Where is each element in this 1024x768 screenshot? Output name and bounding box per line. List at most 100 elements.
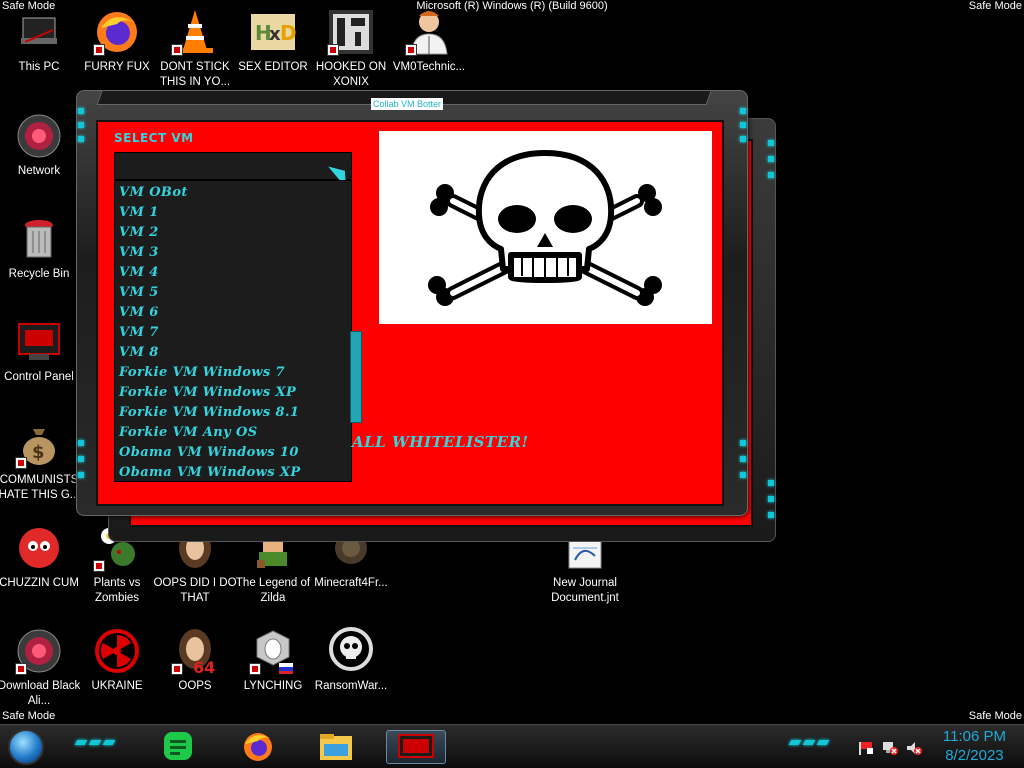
frame-led — [740, 136, 746, 142]
portrait-64-icon: 64 — [171, 627, 219, 677]
control-panel-icon — [15, 318, 63, 366]
safe-mode-label-bottom-left: Safe Mode — [2, 710, 56, 722]
vm-option[interactable]: VM 8 — [115, 343, 351, 363]
frame-led — [740, 456, 746, 462]
noose-icon — [249, 627, 297, 675]
traffic-cone-icon — [171, 8, 219, 56]
desktop-icon-label: FURRY FUX — [84, 61, 150, 73]
desktop-icon-label: Recycle Bin — [8, 268, 70, 280]
frame-led — [78, 440, 84, 446]
desktop-icon-label: Network — [17, 165, 61, 177]
frame-led — [768, 512, 774, 518]
download-icon — [15, 627, 63, 675]
vm-option[interactable]: Obama VM Windows 10 — [115, 443, 351, 463]
svg-text:D: D — [280, 21, 297, 45]
desktop-icon-hooked-on-xonix[interactable]: HOOKED ON XONIX — [309, 8, 393, 90]
teal-action-button[interactable] — [350, 331, 362, 423]
window-title: Collab VM Botter — [371, 98, 444, 110]
vm-option[interactable]: VM 3 — [115, 243, 351, 263]
vm-option[interactable]: Forkie VM Windows 7 — [115, 363, 351, 383]
taskbar-firefox[interactable] — [238, 730, 278, 764]
doctor-icon — [405, 8, 453, 56]
hex-editor-icon: HxD — [249, 8, 297, 56]
desktop-icon-sex-editor[interactable]: HxD SEX EDITOR — [231, 8, 315, 75]
firefox-icon — [244, 733, 272, 761]
clock-date: 8/2/2023 — [945, 747, 1004, 764]
xonix-game-icon — [327, 8, 375, 56]
desktop-icon-network[interactable]: Network — [0, 112, 81, 179]
svg-text:$: $ — [32, 442, 45, 463]
taskbar-active-window[interactable] — [386, 730, 446, 764]
desktop-icon-label: OOPS DID I DO THAT — [153, 577, 237, 604]
frame-led — [768, 156, 774, 162]
desktop-icon-label: HOOKED ON XONIX — [315, 61, 387, 88]
desktop-icon-label: Control Panel — [4, 371, 74, 383]
frame-led — [78, 122, 84, 128]
desktop-icon-chuzzin[interactable]: CHUZZIN CUM — [0, 524, 81, 591]
frame-led — [740, 472, 746, 478]
network-icon — [15, 112, 63, 160]
money-bag-icon: $ — [15, 421, 63, 469]
flag-icon[interactable] — [858, 740, 874, 755]
vm-option[interactable]: VM 2 — [115, 223, 351, 243]
notes-app-icon — [164, 732, 192, 760]
frame-led — [768, 480, 774, 486]
desktop-icon-label: COMMUNISTS HATE THIS G... — [0, 474, 80, 501]
desktop-icon-label: New Journal Document.jnt — [551, 577, 619, 604]
desktop-icon-label: Minecraft4Fr... — [314, 577, 388, 589]
network-error-icon[interactable] — [882, 740, 898, 755]
file-explorer-icon — [320, 734, 352, 760]
vm-option[interactable]: VM 4 — [115, 263, 351, 283]
desktop-icon-vm0technic[interactable]: VM0Technic... — [387, 8, 471, 75]
vm-option[interactable]: VM 6 — [115, 303, 351, 323]
desktop-icon-ukraine[interactable]: UKRAINE — [75, 627, 159, 694]
frame-led — [78, 136, 84, 142]
frame-led — [768, 140, 774, 146]
desktop-icon-furry-fux[interactable]: FURRY FUX — [75, 8, 159, 75]
desktop-icon-ransomware[interactable]: RansomWar... — [309, 627, 393, 694]
desktop-icon-label: Plants vs Zombies — [93, 577, 141, 604]
select-vm-label: SELECT VM — [114, 131, 194, 145]
vm-dropdown-list[interactable]: VM OBot VM 1 VM 2 VM 3 VM 4 VM 5 VM 6 VM… — [114, 180, 352, 482]
desktop-icon-recycle-bin[interactable]: Recycle Bin — [0, 215, 81, 282]
vm-select-combobox[interactable] — [114, 152, 352, 180]
vm-option[interactable]: VM 1 — [115, 203, 351, 223]
recycle-bin-icon — [15, 215, 63, 263]
desktop-icon-oops[interactable]: 64 OOPS — [153, 627, 237, 694]
vm-option[interactable]: Forkie VM Any OS — [115, 423, 351, 443]
vm-option[interactable]: Obama VM Windows XP — [115, 463, 351, 483]
radiation-icon — [93, 627, 141, 675]
svg-text:64: 64 — [193, 658, 215, 675]
vm-option[interactable]: Forkie VM Windows XP — [115, 383, 351, 403]
taskbar-file-explorer[interactable] — [316, 730, 356, 764]
taskbar-notes-app[interactable] — [158, 730, 198, 764]
volume-muted-icon[interactable] — [906, 740, 922, 755]
desktop-icon-label: RansomWar... — [314, 680, 388, 692]
firefox-icon — [93, 8, 141, 56]
computer-icon — [15, 8, 63, 56]
desktop-icon-label: CHUZZIN CUM — [0, 577, 79, 589]
desktop-icon-label: The Legend of Zilda — [235, 577, 311, 604]
desktop-icon-this-pc[interactable]: This PC — [0, 8, 81, 75]
desktop-icon-control-panel[interactable]: Control Panel — [0, 318, 81, 385]
vm-option[interactable]: Forkie VM Windows 8.1 — [115, 403, 351, 423]
vm-option[interactable]: VM OBot — [115, 183, 351, 203]
safe-mode-label-bottom-right: Safe Mode — [968, 710, 1022, 722]
taskbar-clock[interactable]: 11:06 PM 8/2/2023 — [943, 727, 1006, 765]
clock-time: 11:06 PM — [942, 728, 1006, 745]
desktop-icon-lynching[interactable]: LYNCHING — [231, 627, 315, 694]
start-button[interactable] — [8, 729, 44, 765]
frame-led — [740, 440, 746, 446]
desktop-icon-download-black-ali[interactable]: Download Black Ali... — [0, 627, 81, 709]
chuzzle-icon — [15, 524, 63, 572]
vm-option[interactable]: VM 5 — [115, 283, 351, 303]
frame-led — [768, 172, 774, 178]
desktop-icon-dont-stick[interactable]: DONT STICK THIS IN YO... — [153, 8, 237, 90]
vm-option[interactable]: VM 7 — [115, 323, 351, 343]
frame-led — [78, 108, 84, 114]
frame-led — [768, 496, 774, 502]
desktop-icon-communists[interactable]: $ COMMUNISTS HATE THIS G... — [0, 421, 81, 503]
skull-icon — [327, 627, 375, 675]
desktop-icon-label: OOPS — [178, 680, 212, 692]
active-window-icon — [398, 734, 434, 758]
